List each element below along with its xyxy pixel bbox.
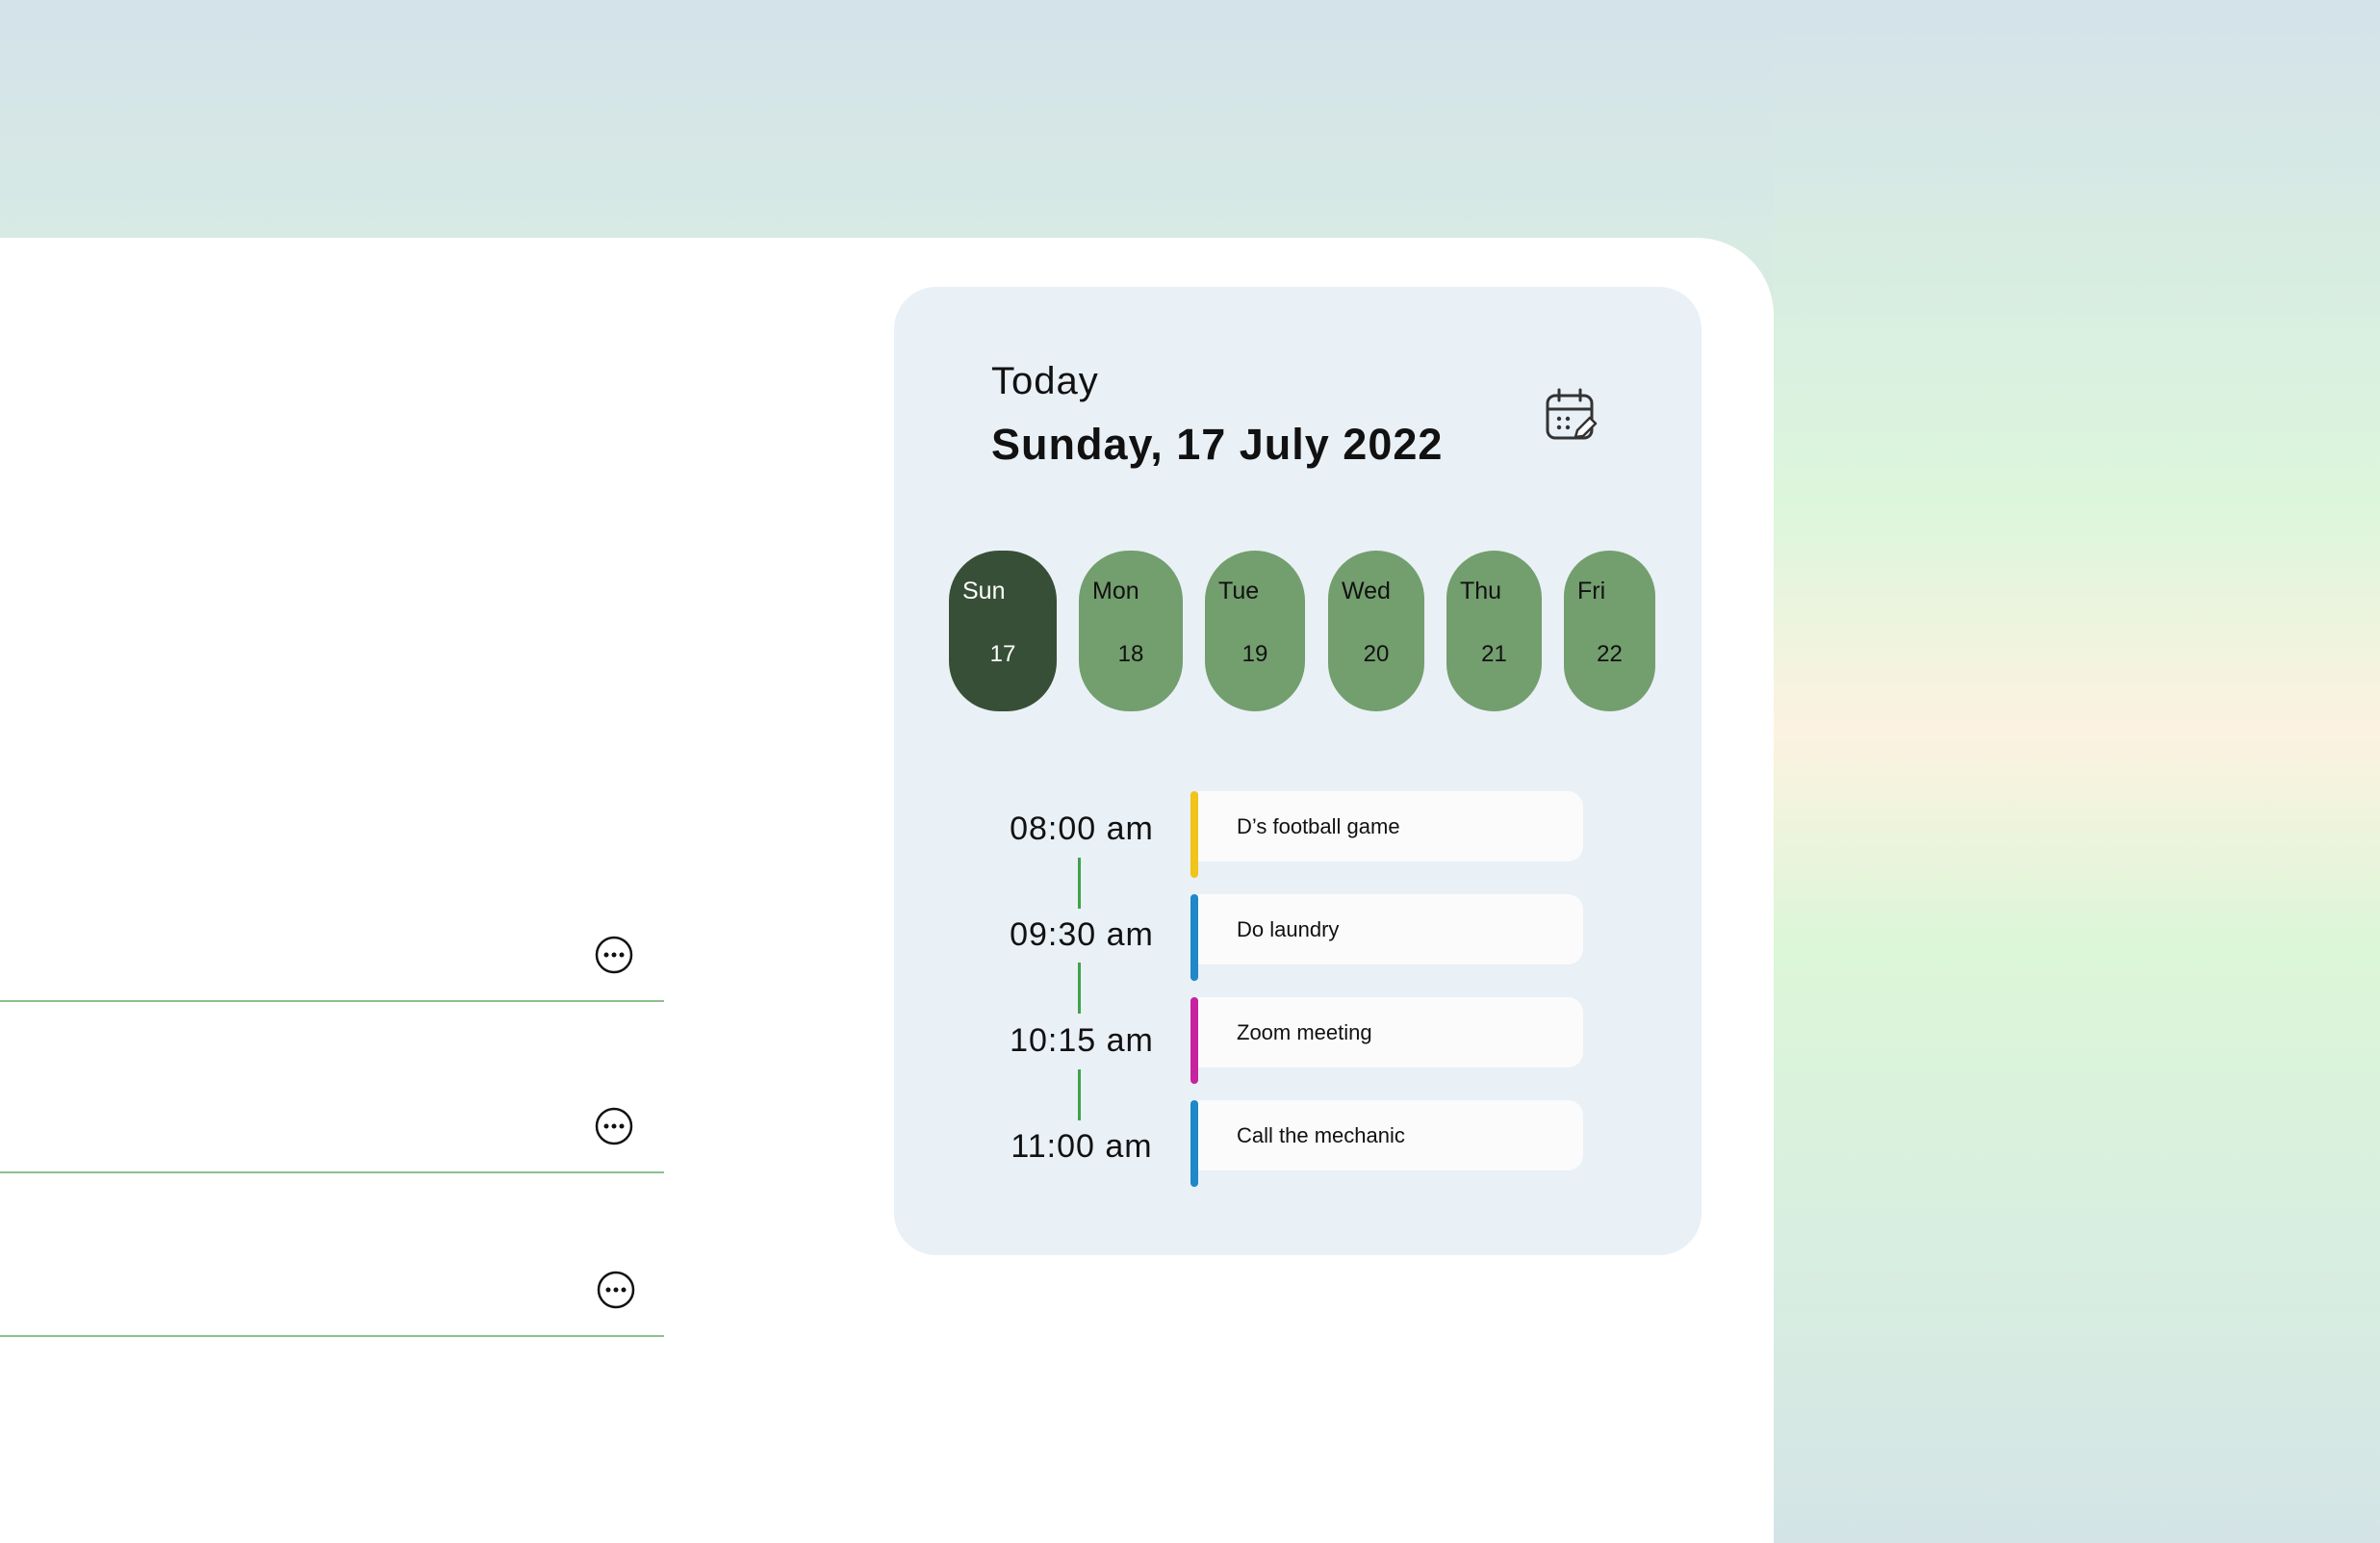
more-options-icon[interactable] [595, 936, 633, 974]
event-color-bar [1190, 894, 1198, 981]
day-number: 20 [1363, 641, 1390, 667]
event-color-bar [1190, 997, 1198, 1084]
event-color-bar [1190, 1100, 1198, 1187]
event-item-zoom[interactable]: Zoom meeting [1190, 997, 1583, 1084]
list-row[interactable] [0, 1002, 664, 1173]
day-number: 22 [1597, 641, 1623, 667]
event-time: 10:15 am [1010, 1022, 1154, 1059]
day-pill-mon[interactable]: Mon 18 [1079, 551, 1183, 711]
more-options-icon[interactable] [597, 1271, 635, 1309]
day-name: Thu [1460, 578, 1502, 604]
day-pill-wed[interactable]: Wed 20 [1328, 551, 1424, 711]
event-title: Call the mechanic [1237, 1123, 1405, 1147]
timeline-connector [1078, 858, 1081, 909]
event-title: Zoom meeting [1237, 1020, 1372, 1044]
day-number: 19 [1241, 641, 1268, 667]
date-title: Sunday, 17 July 2022 [991, 420, 1444, 469]
timeline-connector [1078, 963, 1081, 1014]
more-options-icon[interactable] [595, 1107, 633, 1145]
list-row[interactable] [0, 238, 664, 1002]
day-number: 21 [1481, 641, 1507, 667]
calendar-edit-icon[interactable] [1545, 387, 1599, 445]
event-color-bar [1190, 791, 1198, 878]
event-item-laundry[interactable]: Do laundry [1190, 894, 1583, 981]
day-name: Tue [1218, 578, 1260, 604]
today-label: Today [991, 360, 1099, 402]
day-pill-fri[interactable]: Fri 22 [1564, 551, 1655, 711]
day-pill-sun[interactable]: Sun 17 [949, 551, 1057, 711]
day-pill-thu[interactable]: Thu 21 [1446, 551, 1542, 711]
event-item-mechanic[interactable]: Call the mechanic [1190, 1100, 1583, 1187]
event-item-football[interactable]: D’s football game [1190, 791, 1583, 878]
background-right [1774, 0, 2380, 1543]
timeline-connector [1078, 1069, 1081, 1120]
event-title: D’s football game [1237, 814, 1400, 838]
day-number: 18 [1117, 641, 1144, 667]
day-name: Sun [962, 578, 1006, 604]
list-row[interactable] [0, 1173, 664, 1337]
event-time: 09:30 am [1010, 916, 1154, 953]
day-name: Wed [1342, 578, 1391, 604]
event-title: Do laundry [1237, 917, 1340, 941]
schedule-card: Today Sunday, 17 July 2022 Sun 17 Mon 18… [894, 287, 1702, 1255]
day-name: Mon [1092, 578, 1139, 604]
event-time: 11:00 am [1011, 1128, 1153, 1165]
day-name: Fri [1577, 578, 1606, 604]
event-time: 08:00 am [1010, 810, 1154, 847]
day-number: 17 [989, 641, 1016, 667]
day-pill-tue[interactable]: Tue 19 [1205, 551, 1305, 711]
background-top [0, 0, 1774, 241]
